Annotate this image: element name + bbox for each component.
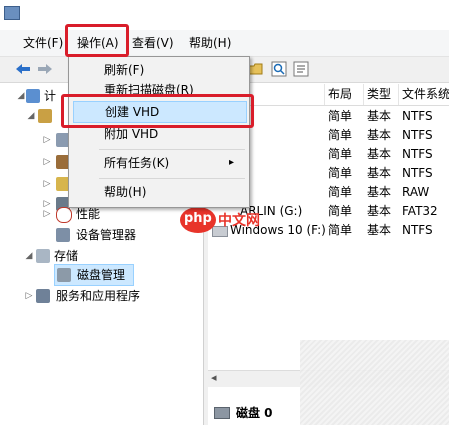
menu-separator <box>99 178 245 179</box>
menu-item-label: 帮助(H) <box>104 185 147 199</box>
tree-item-label: 服务和应用程序 <box>56 289 141 303</box>
back-arrow-icon <box>16 64 30 74</box>
tree-item-label: 存储 <box>54 249 79 263</box>
menu-view[interactable]: 查看(V) <box>129 34 177 52</box>
cell-layout: 简单 <box>328 166 353 180</box>
cell-type: 基本 <box>367 147 392 161</box>
column-header-type[interactable]: 类型 <box>363 84 400 105</box>
computer-icon <box>26 89 40 103</box>
services-icon <box>36 289 50 303</box>
cell-layout: 简单 <box>328 109 353 123</box>
cell-type: 基本 <box>367 128 392 142</box>
cell-filesystem: FAT32 <box>402 204 438 218</box>
collapse-icon: ▷ <box>43 179 51 189</box>
menu-separator <box>99 149 245 150</box>
highlight-box-action-menu <box>65 24 129 57</box>
menu-item-label: 刷新(F) <box>104 63 145 77</box>
cell-filesystem: RAW <box>402 185 430 199</box>
background-texture <box>300 340 449 425</box>
cell-layout: 简单 <box>328 147 353 161</box>
collapse-icon: ▷ <box>43 135 51 145</box>
menu-item-refresh[interactable]: 刷新(F) <box>69 59 249 81</box>
tree-item-disk-management[interactable]: 磁盘管理 <box>54 264 134 286</box>
expand-icon: ◢ <box>27 111 35 121</box>
menu-item-label: 所有任务(K) <box>104 156 170 170</box>
disk-label: 磁盘 0 <box>236 406 273 420</box>
performance-icon <box>56 207 72 223</box>
forward-arrow-icon <box>38 64 52 74</box>
collapse-icon: ▷ <box>25 291 33 301</box>
cell-layout: 简单 <box>328 223 353 237</box>
watermark-brand: php <box>184 211 212 226</box>
tree-item-label: 磁盘管理 <box>77 268 126 282</box>
cell-type: 基本 <box>367 204 392 218</box>
device-manager-icon <box>56 228 70 242</box>
submenu-arrow-icon: ▸ <box>229 157 235 168</box>
tree-item-label: 计 <box>44 89 57 103</box>
app-icon <box>4 6 20 20</box>
folder-icon <box>248 63 263 75</box>
collapse-icon: ▷ <box>43 157 51 167</box>
properties-icon <box>293 61 309 77</box>
tree-item-label: 设备管理器 <box>76 228 137 242</box>
cell-filesystem: NTFS <box>402 223 433 237</box>
cell-filesystem: NTFS <box>402 128 433 142</box>
cell-filesystem: NTFS <box>402 147 433 161</box>
expand-icon: ◢ <box>17 91 25 101</box>
collapse-icon: ▷ <box>43 209 51 219</box>
column-header-filesystem[interactable]: 文件系统 <box>398 84 449 105</box>
action-context-menu: 刷新(F) 重新扫描磁盘(R) 创建 VHD 附加 VHD 所有任务(K) ▸ … <box>68 56 250 208</box>
tools-icon <box>38 109 52 123</box>
watermark-text: 中文网 <box>218 213 260 229</box>
back-button[interactable] <box>14 60 32 78</box>
properties-button[interactable] <box>292 60 310 78</box>
highlight-box-create-vhd <box>61 94 254 128</box>
scroll-left-icon[interactable]: ◂ <box>211 371 217 384</box>
cell-filesystem: NTFS <box>402 166 433 180</box>
cell-type: 基本 <box>367 223 392 237</box>
menu-item-all-tasks[interactable]: 所有任务(K) ▸ <box>69 152 249 174</box>
column-header-layout[interactable]: 布局 <box>324 84 364 105</box>
cell-layout: 简单 <box>328 204 353 218</box>
magnifier-icon <box>271 61 287 77</box>
disk-icon <box>214 407 230 419</box>
cell-type: 基本 <box>367 166 392 180</box>
cell-type: 基本 <box>367 109 392 123</box>
cell-type: 基本 <box>367 185 392 199</box>
cell-layout: 简单 <box>328 128 353 142</box>
cell-filesystem: NTFS <box>402 109 433 123</box>
cell-layout: 简单 <box>328 185 353 199</box>
forward-button[interactable] <box>36 60 54 78</box>
menu-item-help[interactable]: 帮助(H) <box>69 181 249 203</box>
storage-icon <box>36 249 50 263</box>
search-button[interactable] <box>270 60 288 78</box>
expand-icon: ◢ <box>25 251 33 261</box>
menu-file[interactable]: 文件(F) <box>20 34 66 52</box>
disk-icon <box>57 268 71 282</box>
menu-help[interactable]: 帮助(H) <box>186 34 234 52</box>
